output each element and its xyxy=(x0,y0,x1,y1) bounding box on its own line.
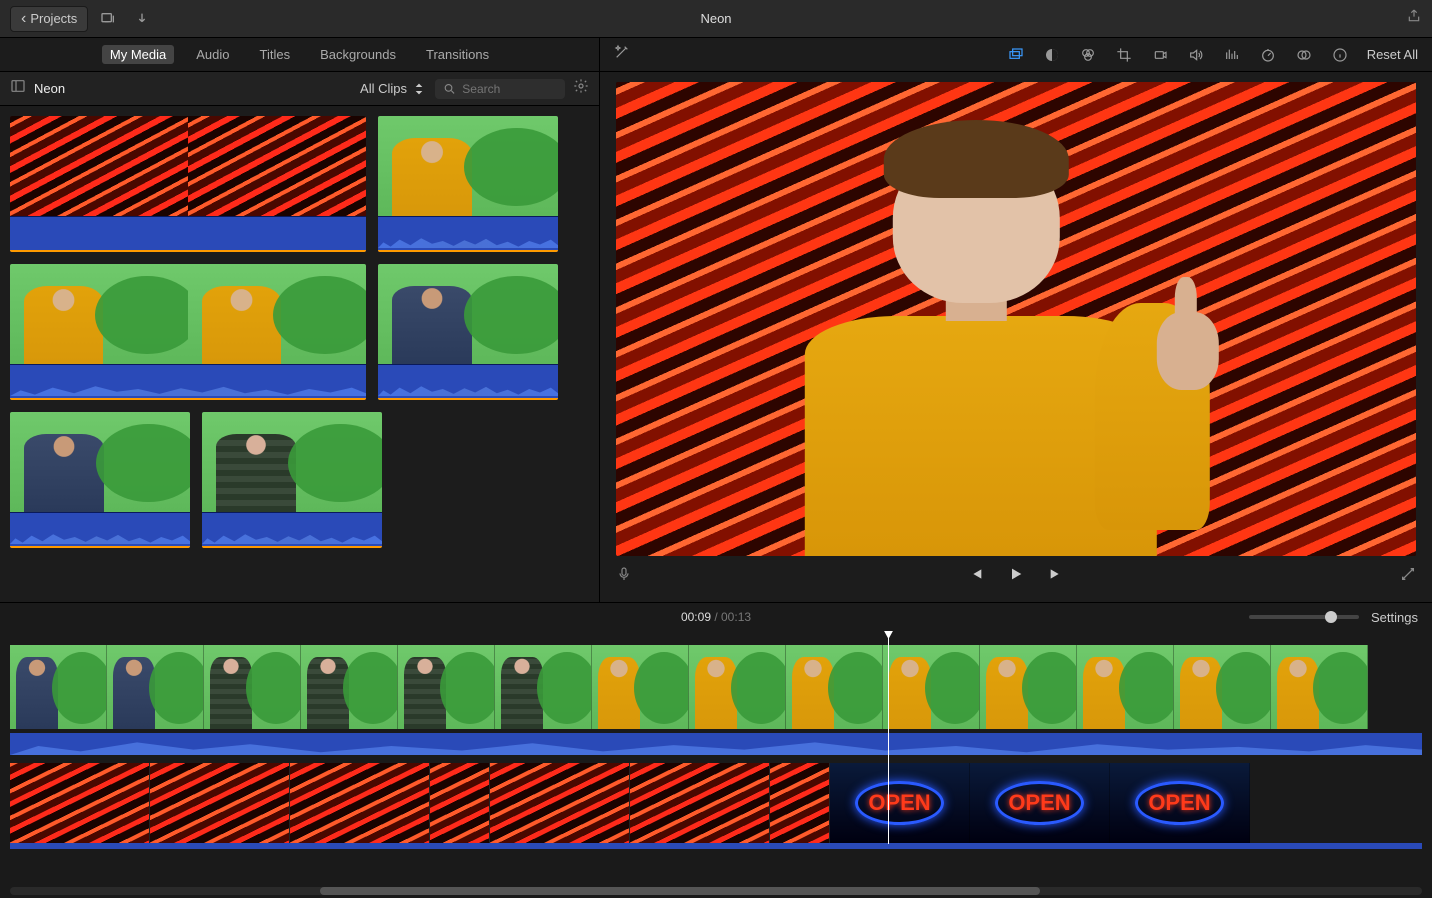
search-input[interactable] xyxy=(462,82,557,96)
timeline-body[interactable]: OPEN OPEN OPEN xyxy=(0,631,1432,884)
tab-audio[interactable]: Audio xyxy=(188,45,237,64)
updown-chevron-icon xyxy=(411,81,427,97)
noise-reduction-icon[interactable] xyxy=(1223,46,1241,64)
speed-icon[interactable] xyxy=(1259,46,1277,64)
open-sign-text: OPEN xyxy=(1135,781,1223,825)
crop-icon[interactable] xyxy=(1115,46,1133,64)
volume-icon[interactable] xyxy=(1187,46,1205,64)
tab-transitions[interactable]: Transitions xyxy=(418,45,497,64)
clip-filter-icon[interactable] xyxy=(1295,46,1313,64)
media-clip[interactable] xyxy=(10,116,366,252)
timeline-scrollbar[interactable] xyxy=(0,884,1432,898)
back-to-projects-button[interactable]: Projects xyxy=(10,6,88,32)
open-sign-text: OPEN xyxy=(855,781,943,825)
main-split: My Media Audio Titles Backgrounds Transi… xyxy=(0,38,1432,602)
timeline-timecode: 00:09 / 00:13 xyxy=(681,610,751,624)
share-button[interactable] xyxy=(1406,8,1422,29)
next-frame-button[interactable] xyxy=(1048,566,1064,587)
timeline-track-footer xyxy=(10,843,1422,849)
viewer-wrap xyxy=(600,72,1432,602)
timeline-settings-button[interactable]: Settings xyxy=(1371,610,1418,625)
info-icon[interactable] xyxy=(1331,46,1349,64)
previous-frame-button[interactable] xyxy=(968,566,984,587)
top-toolbar: Projects Neon xyxy=(0,0,1432,38)
library-name: Neon xyxy=(34,81,352,96)
media-clip[interactable] xyxy=(10,264,366,400)
adjustment-toolbar: Reset All xyxy=(600,38,1432,72)
library-tabs: My Media Audio Titles Backgrounds Transi… xyxy=(0,38,599,72)
timeline-audio-waveform[interactable] xyxy=(10,733,1422,755)
tab-titles[interactable]: Titles xyxy=(252,45,299,64)
current-time: 00:09 xyxy=(681,610,711,624)
back-label: Projects xyxy=(30,11,77,26)
timeline-video-track-main[interactable]: OPEN OPEN OPEN xyxy=(10,763,1422,843)
play-button[interactable] xyxy=(1008,566,1024,587)
color-balance-icon[interactable] xyxy=(1043,46,1061,64)
stabilization-icon[interactable] xyxy=(1151,46,1169,64)
timeline-header: 00:09 / 00:13 Settings xyxy=(0,603,1432,631)
library-header: Neon All Clips xyxy=(0,72,599,106)
viewer-controls xyxy=(616,556,1416,596)
project-title: Neon xyxy=(700,11,731,26)
video-overlay-icon[interactable] xyxy=(1007,46,1025,64)
color-correction-icon[interactable] xyxy=(1079,46,1097,64)
clips-filter-dropdown[interactable]: All Clips xyxy=(360,81,427,97)
media-clip[interactable] xyxy=(202,412,382,548)
timeline: 00:09 / 00:13 Settings xyxy=(0,602,1432,898)
viewer-canvas[interactable] xyxy=(616,82,1416,556)
clips-filter-label: All Clips xyxy=(360,81,407,96)
reset-all-button[interactable]: Reset All xyxy=(1367,47,1418,62)
viewer-pane: Reset All xyxy=(600,38,1432,602)
duration: 00:13 xyxy=(721,610,751,624)
sidebar-toggle-icon[interactable] xyxy=(10,78,26,99)
import-media-icon[interactable] xyxy=(94,8,122,30)
tab-backgrounds[interactable]: Backgrounds xyxy=(312,45,404,64)
voiceover-mic-icon[interactable] xyxy=(616,566,632,587)
tab-my-media[interactable]: My Media xyxy=(102,45,174,64)
scrollbar-thumb[interactable] xyxy=(320,887,1040,895)
timeline-video-track-overlay[interactable] xyxy=(10,645,1422,729)
download-icon[interactable] xyxy=(128,8,156,30)
media-clip[interactable] xyxy=(378,264,558,400)
media-clip[interactable] xyxy=(378,116,558,252)
media-clip[interactable] xyxy=(10,412,190,548)
fullscreen-icon[interactable] xyxy=(1400,566,1416,587)
enhance-wand-icon[interactable] xyxy=(614,44,630,65)
timeline-zoom-slider[interactable] xyxy=(1249,615,1359,619)
open-sign-text: OPEN xyxy=(995,781,1083,825)
library-pane: My Media Audio Titles Backgrounds Transi… xyxy=(0,38,600,602)
search-box[interactable] xyxy=(435,79,565,99)
media-grid xyxy=(0,106,599,602)
clip-appearance-button[interactable] xyxy=(573,78,589,99)
search-icon xyxy=(443,81,456,97)
